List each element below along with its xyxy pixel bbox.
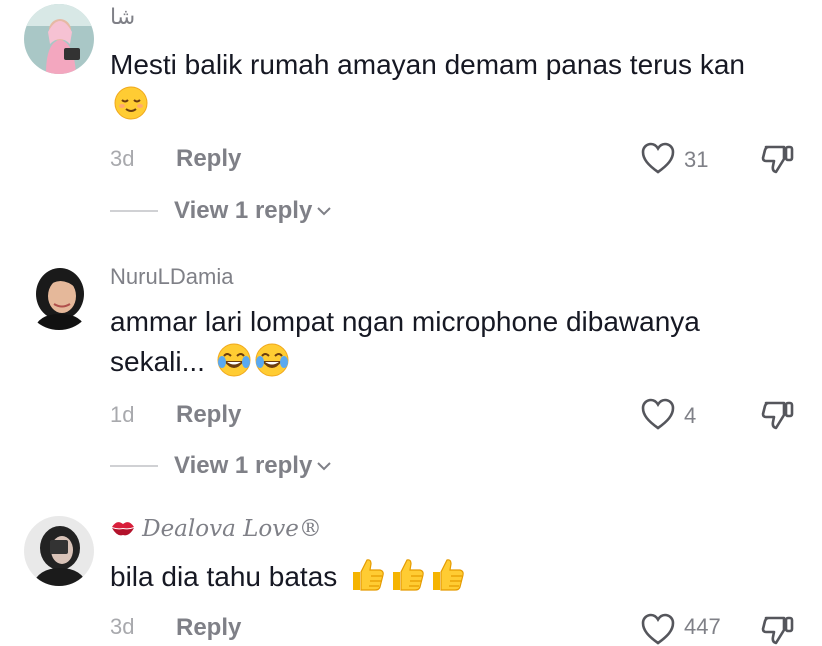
like-count: 4 [684, 403, 697, 428]
comment-item: شا Mesti balik rumah amayan demam panas … [0, 0, 822, 240]
relieved-face-emoji [114, 86, 148, 131]
thumbs-up-emoji [349, 556, 385, 603]
like-count: 447 [684, 614, 721, 639]
comment-date: 1d [110, 402, 135, 427]
comment-text: bila dia tahu batas [110, 556, 790, 603]
like-count: 31 [684, 147, 709, 172]
thumbs-down-icon[interactable] [760, 141, 796, 175]
tears-of-joy-emoji [255, 343, 289, 388]
comment-date: 3d [110, 146, 135, 171]
reply-button[interactable]: Reply [176, 614, 241, 642]
thumbs-down-icon[interactable] [760, 612, 796, 646]
thumbs-down-icon[interactable] [760, 397, 796, 431]
avatar[interactable] [24, 516, 94, 586]
chevron-down-icon [317, 207, 332, 216]
comment-username[interactable]: NuruLDamia [110, 264, 234, 290]
avatar[interactable] [24, 4, 94, 74]
comment-body: Mesti balik rumah amayan demam panas ter… [110, 49, 745, 80]
view-replies-button[interactable]: View 1 reply [174, 197, 332, 225]
comment-username[interactable]: Dealova Love® [110, 516, 322, 542]
comment-username[interactable]: شا [110, 4, 135, 30]
comment-body: bila dia tahu batas [110, 561, 338, 592]
view-replies-button[interactable]: View 1 reply [174, 452, 332, 480]
username-text: Dealova Love® [142, 516, 322, 542]
tears-of-joy-emoji [217, 343, 251, 388]
heart-icon[interactable] [640, 612, 676, 646]
heart-icon[interactable] [640, 141, 676, 175]
chevron-down-icon [317, 462, 332, 471]
heart-icon[interactable] [640, 397, 676, 431]
divider [110, 465, 158, 467]
thumbs-up-emoji [389, 556, 425, 603]
comment-body: ammar lari lompat ngan microphone dibawa… [110, 306, 700, 377]
avatar[interactable] [24, 260, 94, 330]
reply-button[interactable]: Reply [176, 145, 241, 173]
reply-button[interactable]: Reply [176, 401, 241, 429]
divider [110, 210, 158, 212]
kiss-mark-icon [110, 516, 142, 541]
comment-text: Mesti balik rumah amayan demam panas ter… [110, 45, 790, 131]
comment-text: ammar lari lompat ngan microphone dibawa… [110, 302, 790, 388]
thumbs-up-emoji [429, 556, 465, 603]
comment-date: 3d [110, 614, 135, 639]
view-replies-label: View 1 reply [174, 197, 313, 224]
view-replies-label: View 1 reply [174, 452, 313, 479]
